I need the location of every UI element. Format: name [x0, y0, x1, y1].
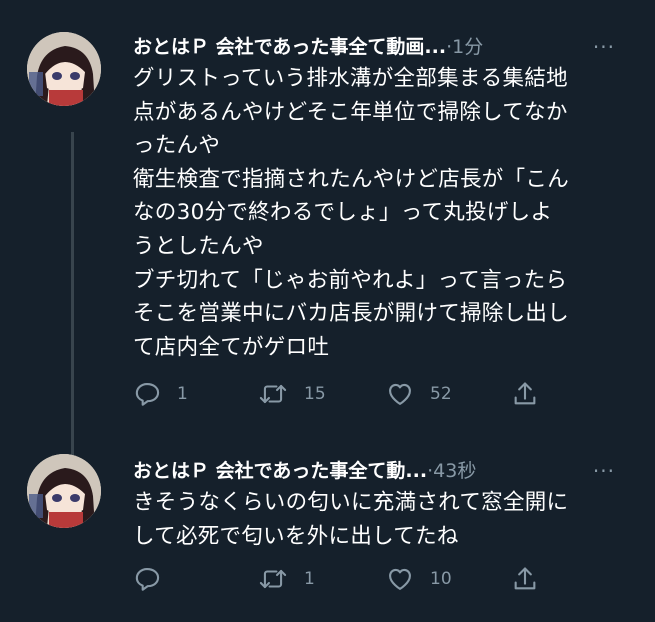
reply-count: 1: [177, 384, 188, 404]
share-button[interactable]: [511, 379, 539, 409]
more-options-icon[interactable]: ···: [593, 456, 615, 486]
reply-button[interactable]: [133, 564, 177, 594]
retweet-count: 1: [304, 569, 315, 589]
heart-icon: [389, 568, 411, 590]
more-options-icon[interactable]: ···: [593, 32, 615, 62]
tweet-text: きそうなくらいの匂いに充満されて窓全開に して必死で匂いを外に出してたね: [133, 490, 569, 549]
retweet-count: 15: [304, 384, 326, 404]
thread-connector-line: [71, 132, 74, 472]
tweet-header: おとはＰ 会社であった事全て動画...·1分 ···: [133, 32, 633, 62]
tweet-header: おとはＰ 会社であった事全て動...·43秒 ···: [133, 456, 633, 486]
share-button[interactable]: [511, 564, 539, 594]
like-button[interactable]: 52: [386, 379, 452, 409]
reply-button[interactable]: 1: [133, 379, 188, 409]
reply-icon: [135, 383, 160, 406]
share-icon: [514, 567, 536, 590]
avatar[interactable]: [27, 32, 101, 106]
retweet-button[interactable]: 1: [258, 564, 315, 594]
tweet-actions: 1 15 52: [133, 379, 613, 409]
like-count: 52: [430, 384, 452, 404]
timestamp[interactable]: 43秒: [433, 460, 476, 482]
share-icon: [514, 382, 536, 405]
avatar[interactable]: [27, 454, 101, 528]
author-name[interactable]: おとはＰ 会社であった事全て動...: [133, 460, 427, 482]
tweet-text: グリストっていう排水溝が全部集まる集結地 点があるんやけどそこ年単位で掃除してな…: [133, 66, 570, 360]
timestamp[interactable]: 1分: [452, 36, 483, 58]
tweet-actions: 1 10: [133, 564, 613, 594]
retweet-button[interactable]: 15: [258, 379, 326, 409]
retweet-icon: [259, 569, 287, 589]
like-count: 10: [430, 569, 452, 589]
reply-icon: [135, 568, 160, 591]
heart-icon: [389, 383, 411, 405]
author-name[interactable]: おとはＰ 会社であった事全て動画...: [133, 36, 446, 58]
retweet-icon: [259, 384, 287, 404]
like-button[interactable]: 10: [386, 564, 452, 594]
